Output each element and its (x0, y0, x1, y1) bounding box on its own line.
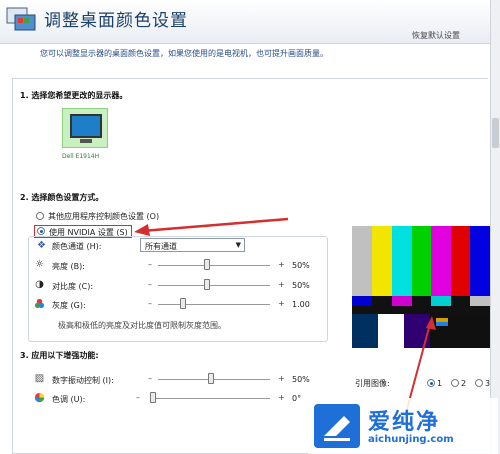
watermark-url: aichunjing.com (368, 434, 454, 445)
vibrance-label: 数字振动控制 (I): (52, 376, 114, 385)
contrast-slider-knob[interactable] (204, 279, 210, 290)
restore-defaults-link[interactable]: 恢复默认设置 (412, 30, 460, 41)
minus-tick: – (148, 260, 152, 269)
page-header: 调整桌面颜色设置 恢复默认设置 (0, 0, 490, 44)
brightness-icon: ☼ (35, 259, 44, 270)
color-channel-select[interactable]: 所有通道 ▼ (140, 238, 245, 252)
gamma-slider-knob[interactable] (180, 298, 186, 309)
reference-image-label: 引用图像: (355, 379, 390, 388)
section2-heading: 2. 选择颜色设置方式。 (20, 193, 104, 202)
page-title: 调整桌面颜色设置 (44, 11, 188, 31)
plus-tick: + (278, 260, 285, 269)
plus-tick: + (278, 280, 285, 289)
brightness-value: 50% (292, 261, 310, 270)
vibrance-slider-knob[interactable] (208, 373, 214, 384)
channel-label: 颜色通道 (H): (52, 242, 102, 251)
monitor-tile[interactable] (62, 108, 108, 148)
brightness-slider-knob[interactable] (204, 259, 210, 270)
reference-option-1: 1 (437, 379, 443, 388)
radio-use-nvidia[interactable] (37, 227, 45, 235)
monitor-stand (80, 139, 92, 143)
monitor-icon (70, 114, 102, 138)
vibrance-value: 50% (292, 375, 310, 384)
contrast-icon: ◑ (35, 279, 44, 290)
channel-value: 所有通道 (145, 242, 177, 251)
brightness-slider-track[interactable] (158, 265, 270, 266)
gamma-value: 1.00 (292, 300, 310, 309)
brightness-label: 亮度 (B): (52, 262, 85, 271)
plus-tick: + (278, 393, 285, 402)
contrast-slider-track[interactable] (158, 285, 270, 286)
contrast-value: 50% (292, 281, 310, 290)
reference-option-2: 2 (461, 379, 467, 388)
plus-tick: + (278, 299, 285, 308)
display-settings-icon (6, 7, 36, 31)
vibrance-icon: ▨ (34, 373, 45, 384)
reference-radio-2[interactable] (451, 379, 459, 387)
color-channel-icon: ❖ (37, 240, 46, 251)
section1-heading: 1. 选择您希望更改的显示器。 (20, 91, 128, 100)
minus-tick: – (148, 374, 152, 383)
watermark-brand: 爱纯净 (368, 410, 441, 435)
watermark: 爱纯净 aichunjing.com (308, 398, 498, 454)
gamma-label: 灰度 (G): (52, 301, 86, 310)
section3-heading: 3. 应用以下增强功能: (20, 351, 99, 360)
scrollbar-thumb[interactable] (492, 118, 499, 148)
vertical-scrollbar[interactable] (490, 0, 500, 454)
hue-slider-knob[interactable] (150, 392, 156, 403)
minus-tick: – (136, 393, 140, 402)
hue-icon (34, 392, 45, 403)
option-other-label: 其他应用程序控制颜色设置 (O) (48, 212, 160, 221)
radio-other-apps[interactable] (36, 212, 44, 220)
vibrance-slider-track[interactable] (158, 379, 270, 380)
reference-radio-1[interactable] (427, 379, 435, 387)
nvidia-control-panel-page: 调整桌面颜色设置 恢复默认设置 您可以调整显示器的桌面颜色设置，如果您使用的是电… (0, 0, 500, 454)
hue-label: 色调 (U): (52, 395, 86, 404)
brand-logo-icon (314, 404, 360, 448)
hue-value: 0° (292, 394, 302, 403)
reference-test-pattern (352, 226, 490, 348)
gamma-slider-track[interactable] (158, 304, 270, 305)
page-description: 您可以调整显示器的桌面颜色设置，如果您使用的是电视机，也可提升画面质量。 (40, 49, 328, 58)
monitor-label: Dell E1914H (62, 153, 100, 160)
hue-slider-track[interactable] (150, 398, 270, 399)
reference-radio-3[interactable] (475, 379, 483, 387)
minus-tick: – (148, 299, 152, 308)
minus-tick: – (148, 280, 152, 289)
gamma-icon (34, 298, 45, 309)
plus-tick: + (278, 374, 285, 383)
range-note: 极高和极低的亮度及对比度值可限制灰度范围。 (58, 321, 226, 330)
contrast-label: 对比度 (C): (52, 282, 94, 291)
chevron-down-icon: ▼ (235, 241, 241, 249)
